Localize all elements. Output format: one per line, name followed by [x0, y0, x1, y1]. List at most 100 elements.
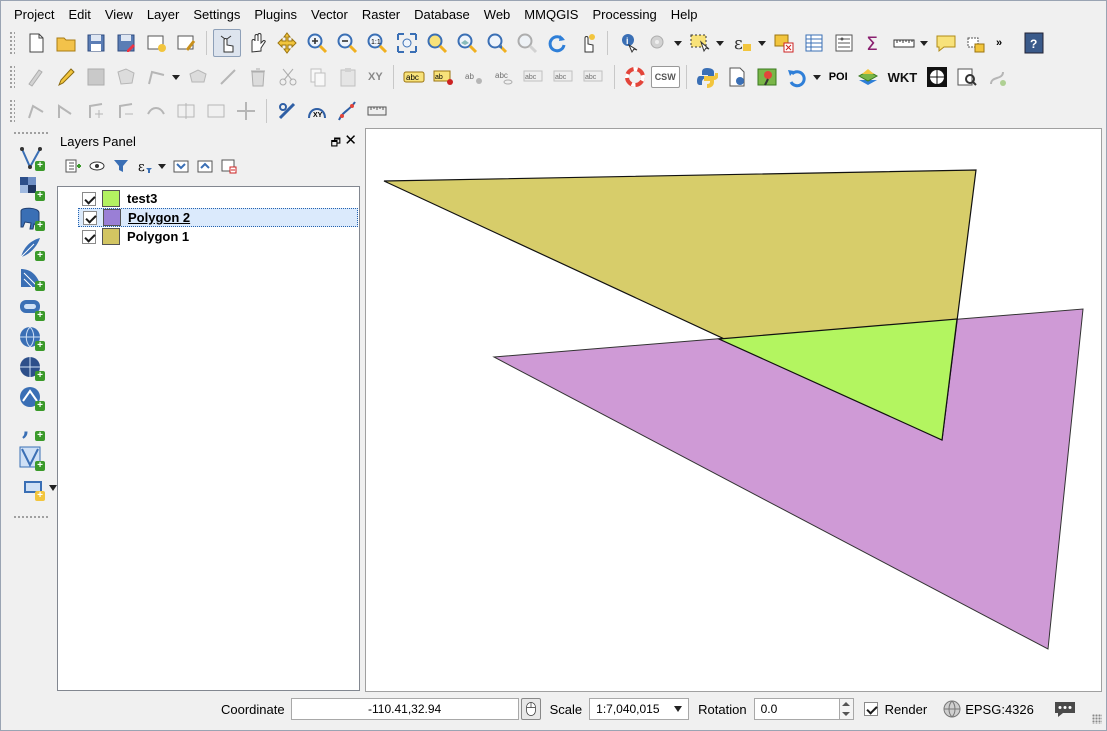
zoom-layout-button[interactable] — [953, 63, 981, 91]
crs-label[interactable]: EPSG:4326 — [965, 702, 1034, 717]
menu-database[interactable]: Database — [407, 5, 477, 24]
scale-combobox[interactable]: 1:7,040,015 — [589, 698, 690, 720]
select-features-button[interactable] — [686, 29, 714, 57]
measure-distance-button[interactable] — [363, 97, 391, 125]
filter-expression-button[interactable]: ε — [134, 155, 156, 177]
advanced-digitize-button[interactable] — [22, 97, 50, 125]
touch-zoom-pan-button[interactable] — [213, 29, 241, 57]
help-button[interactable]: ? — [1020, 29, 1048, 57]
trace-digitizing-button[interactable] — [333, 97, 361, 125]
node-dropdown-arrow[interactable] — [171, 63, 181, 91]
save-layer-edits-button[interactable] — [82, 63, 110, 91]
run-feature-action-button[interactable] — [644, 29, 672, 57]
toolbar-grip[interactable] — [13, 515, 49, 519]
add-wms-layer-button[interactable]: + — [13, 323, 49, 353]
add-virtual-layer-button[interactable]: + — [13, 443, 49, 473]
remove-layer-button[interactable] — [218, 155, 240, 177]
save-project-button[interactable] — [82, 29, 110, 57]
menu-raster[interactable]: Raster — [355, 5, 407, 24]
copy-features-button[interactable] — [304, 63, 332, 91]
move-feature-button[interactable] — [184, 63, 212, 91]
expression-dropdown-arrow[interactable] — [757, 29, 767, 57]
layers-plugin-button[interactable] — [854, 63, 882, 91]
cut-features-button[interactable] — [274, 63, 302, 91]
python-console-button[interactable] — [693, 63, 721, 91]
add-group-button[interactable] — [62, 155, 84, 177]
wkt-button[interactable]: WKT — [884, 63, 922, 91]
layer-visibility-checkbox[interactable] — [82, 191, 96, 206]
zoom-to-layer-button[interactable] — [453, 29, 481, 57]
refresh-button[interactable] — [543, 29, 571, 57]
identify-features-button[interactable]: i — [614, 29, 642, 57]
menu-vector[interactable]: Vector — [304, 5, 355, 24]
new-print-composer-button[interactable] — [142, 29, 170, 57]
save-as-button[interactable] — [112, 29, 140, 57]
zoom-to-selection-button[interactable] — [423, 29, 451, 57]
toolbar-overflow-button[interactable]: » — [992, 29, 1006, 57]
layer-row-polygon-2[interactable]: Polygon 2 — [78, 208, 358, 227]
add-circular-string-button[interactable]: XY — [303, 97, 331, 125]
paste-features-button[interactable] — [334, 63, 362, 91]
zoom-native-button[interactable]: 1:1 — [363, 29, 391, 57]
zoom-out-button[interactable] — [333, 29, 361, 57]
add-postgis-layer-button[interactable]: + — [13, 203, 49, 233]
split-features-button[interactable] — [172, 97, 200, 125]
rotation-spinner[interactable] — [839, 698, 854, 720]
filter-dropdown-arrow[interactable] — [157, 152, 167, 180]
node-edit-button[interactable] — [214, 63, 242, 91]
globe-plugin-button[interactable] — [923, 63, 951, 91]
coordinate-field[interactable]: -110.41,32.94 — [290, 698, 519, 720]
pin-labels-button[interactable]: ab — [430, 63, 458, 91]
render-checkbox[interactable] — [863, 702, 878, 716]
layer-visibility-checkbox[interactable] — [83, 210, 97, 225]
layer-row-polygon-1[interactable]: Polygon 1 — [78, 227, 358, 246]
spin-up-icon[interactable] — [842, 702, 851, 706]
zoom-next-button[interactable] — [513, 29, 541, 57]
delete-part-button[interactable] — [112, 97, 140, 125]
menu-plugins[interactable]: Plugins — [247, 5, 304, 24]
menu-mmqgis[interactable]: MMQGIS — [517, 5, 585, 24]
map-tips-button[interactable] — [573, 29, 601, 57]
lifesaver-plugin-button[interactable] — [621, 63, 649, 91]
layer-symbol-swatch[interactable] — [102, 228, 120, 245]
add-raster-layer-button[interactable]: + — [13, 173, 49, 203]
open-attribute-table-button[interactable] — [800, 29, 828, 57]
toolbar-grip[interactable] — [9, 99, 15, 123]
open-project-button[interactable] — [52, 29, 80, 57]
toolbar-grip[interactable] — [13, 131, 49, 135]
layer-visibility-checkbox[interactable] — [82, 229, 96, 244]
new-project-button[interactable] — [22, 29, 50, 57]
layer-symbol-swatch[interactable] — [102, 190, 120, 207]
csw-button[interactable]: CSW — [650, 66, 680, 88]
add-ring-button[interactable] — [82, 97, 110, 125]
menu-project[interactable]: Project — [7, 5, 61, 24]
menu-web[interactable]: Web — [477, 5, 518, 24]
offset-xy-button[interactable]: XY — [364, 63, 387, 91]
geoprocessing-button[interactable] — [723, 63, 751, 91]
move-label-button[interactable]: abc — [520, 63, 548, 91]
menu-layer[interactable]: Layer — [140, 5, 187, 24]
add-delimited-text-layer-button[interactable]: , + — [13, 413, 49, 443]
scale-dropdown-arrow[interactable] — [674, 706, 683, 712]
messages-button[interactable] — [1054, 700, 1076, 718]
rotation-input[interactable]: 0.0 — [753, 698, 840, 720]
spin-down-icon[interactable] — [842, 712, 851, 716]
menu-view[interactable]: View — [98, 5, 140, 24]
add-spatialite-layer-button[interactable]: + — [13, 233, 49, 263]
toggle-extents-button[interactable] — [520, 698, 541, 720]
measure-dropdown-arrow[interactable] — [919, 29, 929, 57]
float-panel-icon[interactable]: 🗗 — [331, 134, 341, 153]
deselect-all-button[interactable] — [770, 29, 798, 57]
menu-processing[interactable]: Processing — [585, 5, 663, 24]
node-tool-button[interactable] — [142, 63, 170, 91]
menu-edit[interactable]: Edit — [61, 5, 97, 24]
layer-labeling-button[interactable]: abc — [400, 63, 428, 91]
current-edits-button[interactable] — [22, 63, 50, 91]
map-canvas[interactable] — [365, 128, 1102, 692]
menu-help[interactable]: Help — [664, 5, 705, 24]
preview-labels-button[interactable]: abc — [490, 63, 518, 91]
layer-symbol-swatch[interactable] — [103, 209, 121, 226]
pan-map-button[interactable] — [243, 29, 271, 57]
rotate-feature-button[interactable] — [52, 97, 80, 125]
toolbar-grip[interactable] — [9, 31, 15, 55]
